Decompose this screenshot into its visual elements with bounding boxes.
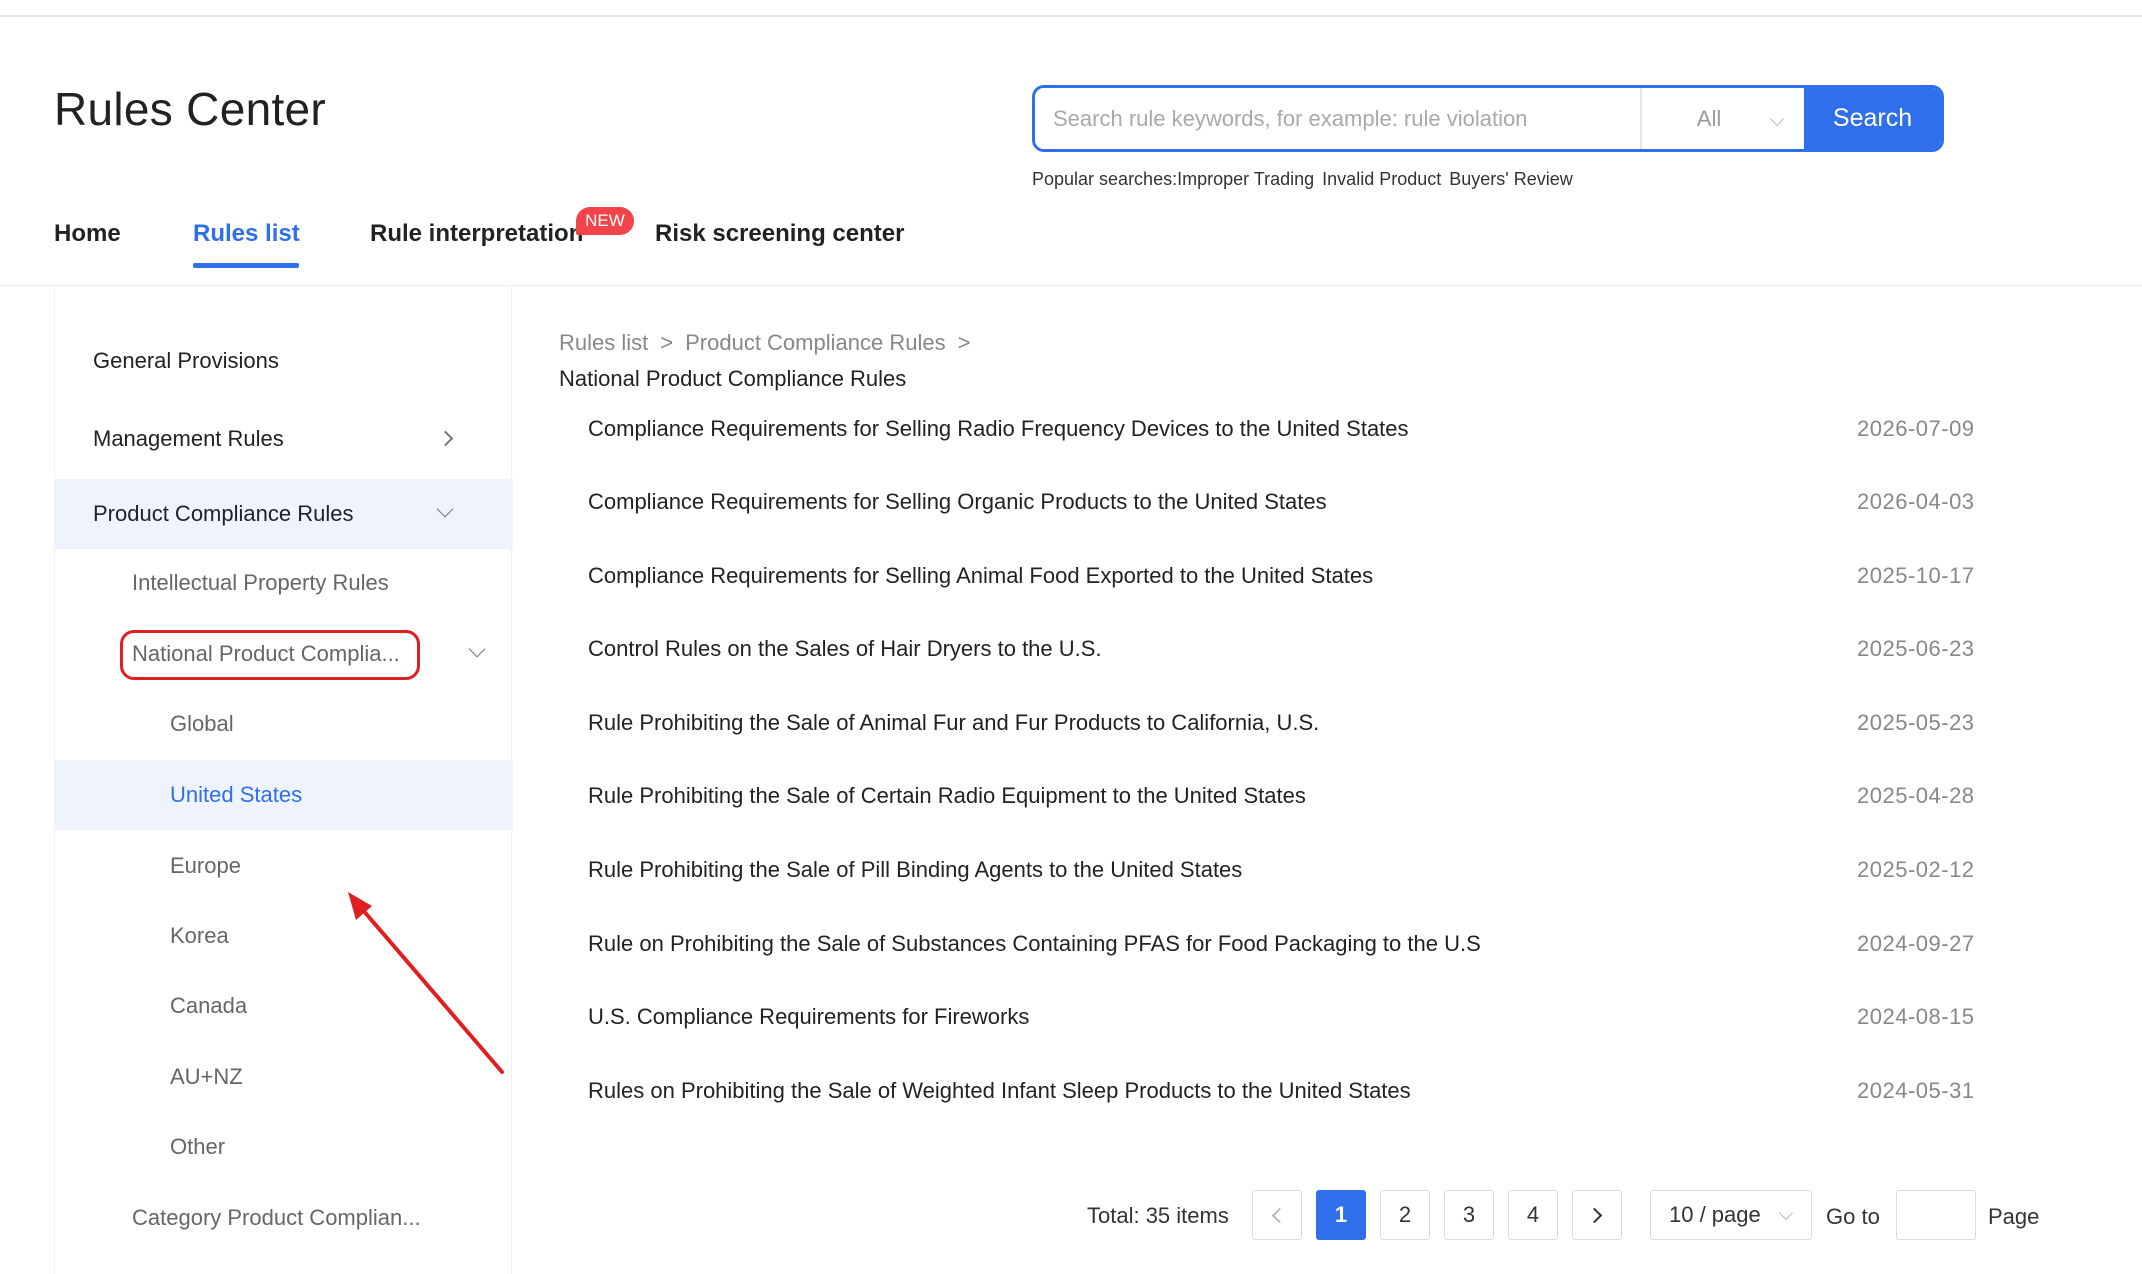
search-scope-select[interactable]: All: [1640, 88, 1804, 149]
page-label: Page: [1988, 1204, 2040, 1229]
list-item[interactable]: Rule Prohibiting the Sale of Animal Fur …: [559, 686, 1999, 759]
search-button[interactable]: Search: [1804, 88, 1941, 149]
page-button-4[interactable]: 4: [1508, 1190, 1558, 1240]
chevron-down-icon: [1778, 1205, 1794, 1221]
rule-title[interactable]: Rule on Prohibiting the Sale of Substanc…: [588, 931, 1481, 957]
breadcrumb-separator: >: [957, 330, 971, 355]
breadcrumb-item[interactable]: Rules list: [559, 330, 648, 355]
sidebar-item-label: Management Rules: [93, 426, 284, 451]
list-item[interactable]: Rules on Prohibiting the Sale of Weighte…: [559, 1054, 1999, 1127]
rule-date: 2025-10-17: [1857, 562, 1975, 588]
tab-rule-interpretation[interactable]: Rule interpretation: [370, 220, 583, 248]
sidebar-item-other[interactable]: Other: [55, 1112, 513, 1182]
search-scope-value: All: [1696, 105, 1722, 131]
rule-title[interactable]: Compliance Requirements for Selling Orga…: [588, 489, 1327, 515]
rule-title[interactable]: Rules on Prohibiting the Sale of Weighte…: [588, 1078, 1411, 1104]
popular-search-term[interactable]: Buyers' Review: [1449, 169, 1572, 189]
sidebar-item-label: Category Product Complian...: [132, 1205, 421, 1230]
list-item[interactable]: Rule Prohibiting the Sale of Pill Bindin…: [559, 833, 1999, 906]
sidebar-item-product-compliance-rules[interactable]: Product Compliance Rules: [55, 479, 513, 549]
breadcrumb-current: National Product Compliance Rules: [559, 366, 907, 391]
rule-date: 2025-02-12: [1857, 856, 1975, 882]
annotation-arrow-icon: [348, 892, 504, 1074]
next-page-button[interactable]: [1572, 1190, 1622, 1240]
chevron-left-icon: [1271, 1207, 1288, 1223]
popular-searches-label: Popular searches:: [1032, 169, 1178, 189]
breadcrumb: Rules list > Product Compliance Rules >: [559, 330, 982, 356]
sidebar-item-label: Intellectual Property Rules: [132, 570, 389, 595]
goto-page-input[interactable]: [1896, 1190, 1976, 1240]
rule-title[interactable]: U.S. Compliance Requirements for Firewor…: [588, 1004, 1029, 1030]
chevron-down-icon: [436, 500, 454, 518]
page-title: Rules Center: [54, 83, 327, 135]
sidebar-item-label: Global: [170, 711, 234, 736]
search-input[interactable]: [1035, 88, 1640, 149]
prev-page-button[interactable]: [1252, 1190, 1302, 1240]
sidebar-item-label: General Provisions: [93, 348, 279, 373]
page-button-3[interactable]: 3: [1444, 1190, 1494, 1240]
rule-date: 2025-05-23: [1857, 709, 1975, 735]
rule-date: 2024-08-15: [1857, 1003, 1975, 1029]
chevron-right-icon: [1586, 1207, 1603, 1223]
search-bar: All Search: [1032, 85, 1944, 152]
rule-title[interactable]: Compliance Requirements for Selling Anim…: [588, 563, 1373, 589]
chevron-down-icon: [1769, 111, 1785, 127]
page-size-value: 10 / page: [1669, 1202, 1761, 1227]
goto-label: Go to: [1826, 1204, 1880, 1229]
popular-search-term[interactable]: Invalid Product: [1322, 169, 1441, 189]
sidebar-item-label: United States: [170, 782, 303, 807]
list-item[interactable]: Compliance Requirements for Selling Anim…: [559, 539, 1999, 612]
tab-risk-screening-center[interactable]: Risk screening center: [655, 220, 904, 248]
sidebar-item-global[interactable]: Global: [55, 689, 513, 759]
main-nav: Home Rules list Rule interpretation Risk…: [0, 220, 2142, 280]
sidebar-item-category-product-compliance[interactable]: Category Product Complian...: [55, 1183, 513, 1253]
sidebar-item-label: Canada: [170, 993, 248, 1018]
list-item[interactable]: Compliance Requirements for Selling Orga…: [559, 465, 1999, 538]
rule-title[interactable]: Rule Prohibiting the Sale of Certain Rad…: [588, 783, 1306, 809]
rule-date: 2025-06-23: [1857, 635, 1975, 661]
sidebar-item-label: Europe: [170, 853, 241, 878]
sidebar-item-management-rules[interactable]: Management Rules: [55, 404, 513, 474]
page-button-2[interactable]: 2: [1380, 1190, 1430, 1240]
page-button-1[interactable]: 1: [1316, 1190, 1366, 1240]
top-divider: [0, 15, 2142, 17]
chevron-down-icon: [468, 640, 486, 658]
chevron-right-icon: [437, 430, 454, 447]
rule-title[interactable]: Control Rules on the Sales of Hair Dryer…: [588, 636, 1102, 662]
popular-searches: Popular searches:Improper Trading Invalid…: [1032, 169, 1581, 190]
tab-rules-list[interactable]: Rules list: [193, 220, 300, 248]
rule-date: 2024-09-27: [1857, 930, 1975, 956]
sidebar-item-united-states[interactable]: United States: [55, 760, 513, 830]
sidebar-item-label: Korea: [170, 923, 229, 948]
active-tab-indicator: [193, 263, 299, 268]
sidebar-item-label: Other: [170, 1134, 226, 1159]
rule-date: 2026-04-03: [1857, 488, 1975, 514]
breadcrumb-item[interactable]: Product Compliance Rules: [685, 330, 945, 355]
new-badge: NEW: [576, 207, 634, 235]
sidebar-item-label: AU+NZ: [170, 1064, 243, 1089]
tab-home[interactable]: Home: [54, 220, 121, 248]
rule-date: 2026-07-09: [1857, 415, 1975, 441]
list-item[interactable]: Compliance Requirements for Selling Radi…: [559, 392, 1999, 465]
list-item[interactable]: U.S. Compliance Requirements for Firewor…: [559, 980, 1999, 1053]
rule-date: 2024-05-31: [1857, 1077, 1975, 1103]
list-item[interactable]: Rule Prohibiting the Sale of Certain Rad…: [559, 759, 1999, 832]
annotation-highlight-box: [120, 630, 420, 680]
rule-date: 2025-04-28: [1857, 782, 1975, 808]
pagination-total: Total: 35 items: [1087, 1203, 1229, 1228]
rule-title[interactable]: Rule Prohibiting the Sale of Pill Bindin…: [588, 857, 1242, 883]
rule-title[interactable]: Compliance Requirements for Selling Radi…: [588, 416, 1409, 442]
rule-title[interactable]: Rule Prohibiting the Sale of Animal Fur …: [588, 710, 1319, 736]
sidebar-item-intellectual-property-rules[interactable]: Intellectual Property Rules: [55, 548, 513, 618]
list-item[interactable]: Rule on Prohibiting the Sale of Substanc…: [559, 907, 1999, 980]
sidebar-item-label: Product Compliance Rules: [93, 501, 354, 526]
sidebar-item-general-provisions[interactable]: General Provisions: [55, 326, 513, 396]
sidebar: General Provisions Management Rules Prod…: [54, 286, 513, 1274]
page-size-select[interactable]: 10 / page: [1650, 1190, 1812, 1240]
list-item[interactable]: Control Rules on the Sales of Hair Dryer…: [559, 612, 1999, 685]
popular-search-term[interactable]: Improper Trading: [1177, 169, 1314, 189]
breadcrumb-separator: >: [660, 330, 674, 355]
